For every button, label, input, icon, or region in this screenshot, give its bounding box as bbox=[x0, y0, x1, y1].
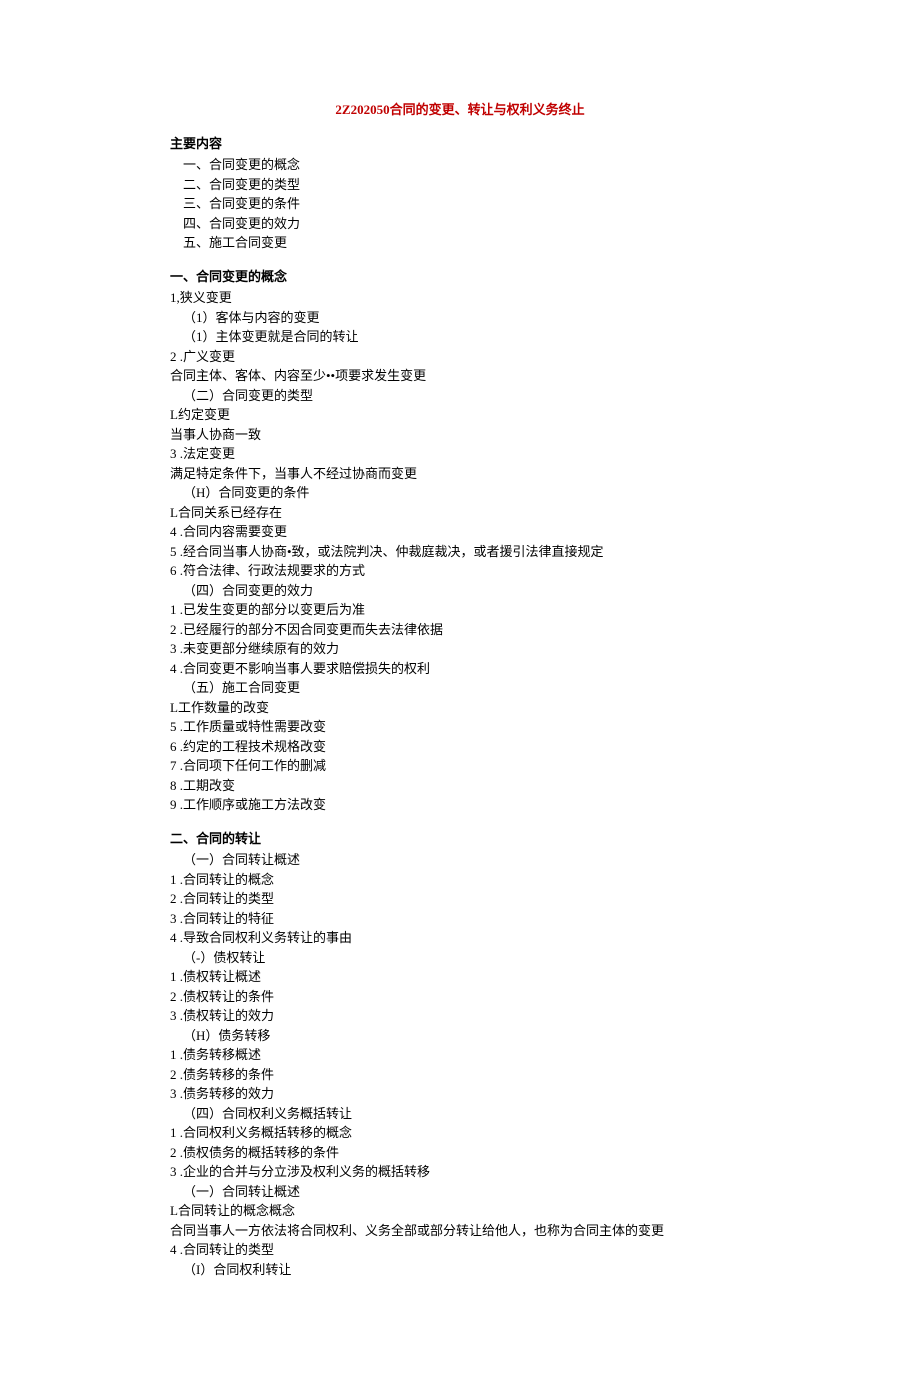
body-line: L约定变更 bbox=[170, 405, 750, 425]
body-line: 4 .合同内容需要变更 bbox=[170, 522, 750, 542]
body-line: （一）合同转让概述 bbox=[170, 850, 750, 870]
body-line: 6 .符合法律、行政法规要求的方式 bbox=[170, 561, 750, 581]
body-line: （一）合同转让概述 bbox=[170, 1182, 750, 1202]
body-line: 4 .合同变更不影响当事人要求赔偿损失的权利 bbox=[170, 659, 750, 679]
section2-header: 二、合同的转让 bbox=[170, 829, 750, 849]
body-line: （二）合同变更的类型 bbox=[170, 386, 750, 406]
main-contents-list: 一、合同变更的概念 二、合同变更的类型 三、合同变更的条件 四、合同变更的效力 … bbox=[170, 155, 750, 253]
section2-body: （一）合同转让概述 1 .合同转让的概念 2 .合同转让的类型 3 .合同转让的… bbox=[170, 850, 750, 1279]
body-line: 2 .已经履行的部分不因合同变更而失去法律依据 bbox=[170, 620, 750, 640]
body-line: 7 .合同项下任何工作的删减 bbox=[170, 756, 750, 776]
body-line: 3 .债务转移的效力 bbox=[170, 1084, 750, 1104]
body-line: （-）债权转让 bbox=[170, 948, 750, 968]
body-line: 3 .企业的合并与分立涉及权利义务的概括转移 bbox=[170, 1162, 750, 1182]
body-line: 2 .债务转移的条件 bbox=[170, 1065, 750, 1085]
body-line: 2 .债权转让的条件 bbox=[170, 987, 750, 1007]
body-line: L合同关系已经存在 bbox=[170, 503, 750, 523]
body-line: 4 .导致合同权利义务转让的事由 bbox=[170, 928, 750, 948]
main-item: 五、施工合同变更 bbox=[170, 233, 750, 253]
main-item: 三、合同变更的条件 bbox=[170, 194, 750, 214]
body-line: 满足特定条件下，当事人不经过协商而变更 bbox=[170, 464, 750, 484]
body-line: 1 .债权转让概述 bbox=[170, 967, 750, 987]
body-line: 9 .工作顺序或施工方法改变 bbox=[170, 795, 750, 815]
body-line: 2 .广义变更 bbox=[170, 347, 750, 367]
body-line: （四）合同权利义务概括转让 bbox=[170, 1104, 750, 1124]
body-line: 1 .债务转移概述 bbox=[170, 1045, 750, 1065]
body-line: （1）主体变更就是合同的转让 bbox=[170, 327, 750, 347]
body-line: 当事人协商一致 bbox=[170, 425, 750, 445]
body-line: L合同转让的概念概念 bbox=[170, 1201, 750, 1221]
section1-body: 1,狭义变更 （1）客体与内容的变更 （1）主体变更就是合同的转让 2 .广义变… bbox=[170, 288, 750, 815]
body-line: 1,狭义变更 bbox=[170, 288, 750, 308]
body-line: 5 .工作质量或特性需要改变 bbox=[170, 717, 750, 737]
body-line: 2 .债权债务的概括转移的条件 bbox=[170, 1143, 750, 1163]
main-header: 主要内容 bbox=[170, 134, 750, 154]
main-item: 二、合同变更的类型 bbox=[170, 175, 750, 195]
body-line: （五）施工合同变更 bbox=[170, 678, 750, 698]
body-line: （四）合同变更的效力 bbox=[170, 581, 750, 601]
main-item: 四、合同变更的效力 bbox=[170, 214, 750, 234]
body-line: 1 .合同权利义务概括转移的概念 bbox=[170, 1123, 750, 1143]
body-line: 6 .约定的工程技术规格改变 bbox=[170, 737, 750, 757]
body-line: 3 .未变更部分继续原有的效力 bbox=[170, 639, 750, 659]
main-item: 一、合同变更的概念 bbox=[170, 155, 750, 175]
body-line: （H）债务转移 bbox=[170, 1026, 750, 1046]
body-line: 5 .经合同当事人协商•致，或法院判决、仲裁庭裁决，或者援引法律直接规定 bbox=[170, 542, 750, 562]
body-line: 3 .法定变更 bbox=[170, 444, 750, 464]
body-line: 4 .合同转让的类型 bbox=[170, 1240, 750, 1260]
body-line: 3 .合同转让的特征 bbox=[170, 909, 750, 929]
body-line: （H）合同变更的条件 bbox=[170, 483, 750, 503]
body-line: （1）客体与内容的变更 bbox=[170, 308, 750, 328]
body-line: 8 .工期改变 bbox=[170, 776, 750, 796]
body-line: L工作数量的改变 bbox=[170, 698, 750, 718]
body-line: 2 .合同转让的类型 bbox=[170, 889, 750, 909]
body-line: 合同当事人一方依法将合同权利、义务全部或部分转让给他人，也称为合同主体的变更 bbox=[170, 1221, 750, 1241]
body-line: 合同主体、客体、内容至少••项要求发生变更 bbox=[170, 366, 750, 386]
body-line: 1 .已发生变更的部分以变更后为准 bbox=[170, 600, 750, 620]
body-line: 3 .债权转让的效力 bbox=[170, 1006, 750, 1026]
body-line: 1 .合同转让的概念 bbox=[170, 870, 750, 890]
document-title: 2Z202050合同的变更、转让与权利义务终止 bbox=[170, 100, 750, 120]
body-line: （I）合同权利转让 bbox=[170, 1260, 750, 1280]
section1-header: 一、合同变更的概念 bbox=[170, 267, 750, 287]
